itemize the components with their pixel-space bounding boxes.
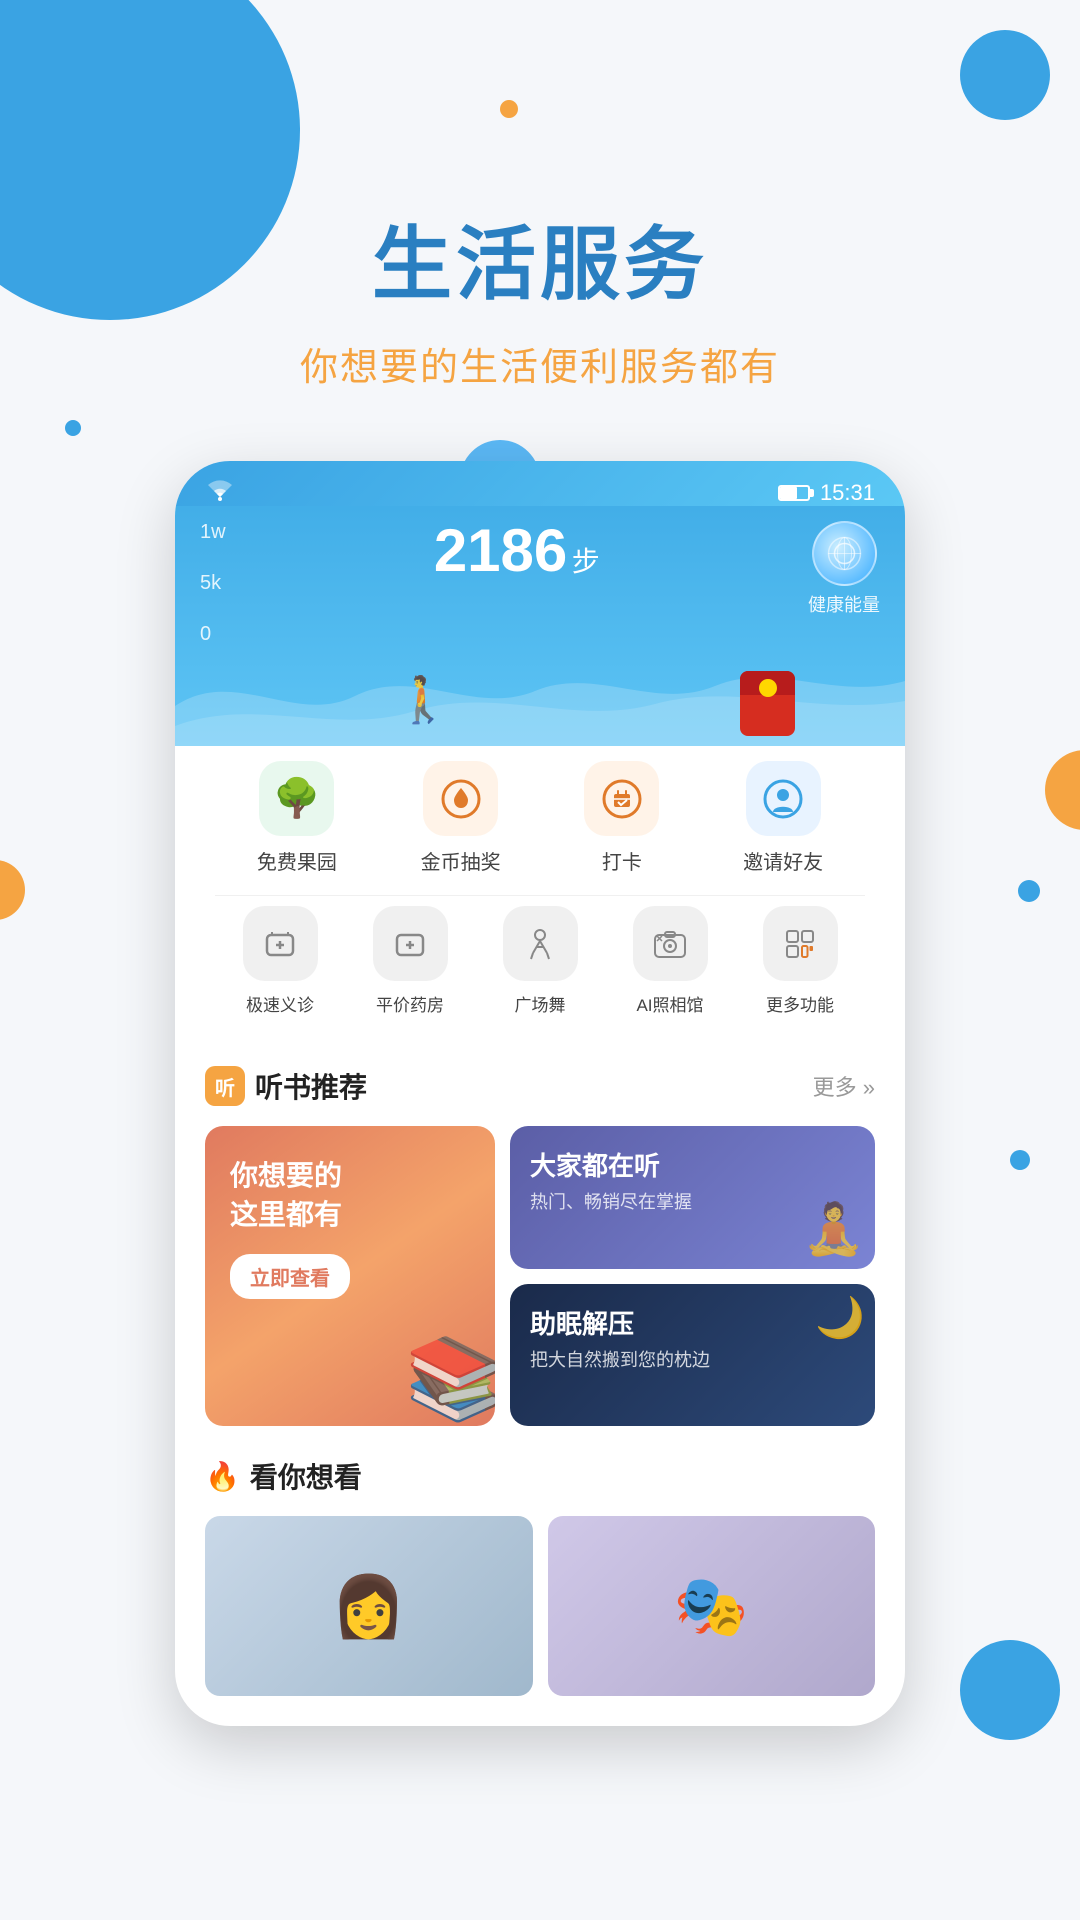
more-features-label: 更多功能	[766, 991, 834, 1016]
y-label-5k: 5k	[200, 572, 226, 595]
energy-ball	[812, 521, 877, 586]
book-card-left-title: 你想要的 这里都有	[230, 1156, 350, 1234]
book-card-right: 大家都在听 热门、畅销尽在掌握 🧘 助眠解压 把大自然搬到您的枕边 🌙	[510, 1126, 875, 1426]
action-invite-friend[interactable]: 邀请好友	[743, 761, 823, 875]
pharmacy-label: 平价药房	[376, 991, 444, 1016]
quick-actions-row-2: 极速义诊 平价药房	[215, 906, 865, 1016]
hero-subtitle: 你想要的生活便利服务都有	[0, 336, 1080, 391]
action-checkin[interactable]: 打卡	[584, 761, 659, 875]
red-envelope[interactable]	[740, 671, 795, 736]
audiobook-more-btn[interactable]: 更多 »	[813, 1070, 875, 1102]
steps-center: 2186 步	[434, 521, 600, 581]
coin-lottery-icon	[423, 761, 498, 836]
steps-area: 1w 5k 0 2186 步	[175, 506, 905, 746]
audiobook-title: 听书推荐	[255, 1066, 367, 1106]
dance-label: 广场舞	[515, 991, 566, 1016]
quick-actions-row-1: 🌳 免费果园 金币抽奖	[215, 761, 865, 875]
wifi-icon	[205, 479, 235, 506]
steps-count: 2186	[434, 517, 567, 584]
see-card-1[interactable]: 👩	[205, 1516, 533, 1696]
fire-icon: 🔥	[205, 1460, 240, 1493]
steps-wave-area: 🚶	[175, 646, 905, 746]
y-label-1w: 1w	[200, 521, 226, 544]
action-coin-lottery[interactable]: 金币抽奖	[421, 761, 501, 875]
checkin-label: 打卡	[602, 846, 642, 875]
audiobook-icon-badge: 听	[205, 1066, 245, 1106]
quick-actions: 🌳 免费果园 金币抽奖	[195, 736, 885, 1041]
watch-section-title: 看你想看	[250, 1456, 362, 1496]
book-card-top-right[interactable]: 大家都在听 热门、畅销尽在掌握 🧘	[510, 1126, 875, 1269]
ai-photo-icon	[633, 906, 708, 981]
phone-mockup: 15:31 1w 5k 0 2186 步	[175, 461, 905, 1726]
more-features-icon	[763, 906, 838, 981]
health-energy[interactable]: 健康能量	[808, 521, 880, 617]
book-card-left[interactable]: 你想要的 这里都有 立即查看 📚	[205, 1126, 495, 1426]
coin-lottery-label: 金币抽奖	[421, 846, 501, 875]
energy-label: 健康能量	[808, 591, 880, 617]
watch-section-header: 🔥 看你想看	[205, 1456, 875, 1496]
invite-label: 邀请好友	[743, 846, 823, 875]
ai-photo-label: AI照相馆	[636, 991, 703, 1016]
walker-figure: 🚶	[395, 673, 451, 726]
dance-icon	[503, 906, 578, 981]
book-card-br-title: 助眠解压	[530, 1304, 855, 1341]
diagnosis-label: 极速义诊	[246, 991, 314, 1016]
action-pharmacy[interactable]: 平价药房	[373, 906, 448, 1016]
book-card-br-sub: 把大自然搬到您的枕边	[530, 1346, 855, 1372]
free-garden-icon: 🌳	[259, 761, 334, 836]
book-card-left-btn[interactable]: 立即查看	[230, 1254, 350, 1299]
status-right: 15:31	[778, 480, 875, 506]
audiobook-header: 听 听书推荐 更多 »	[205, 1066, 875, 1106]
watch-section: 🔥 看你想看 👩 🎭	[175, 1436, 905, 1706]
action-ai-photo[interactable]: AI照相馆	[633, 906, 708, 1016]
y-label-0: 0	[200, 623, 226, 646]
hero-title: 生活服务	[0, 200, 1080, 316]
book-card-tr-title: 大家都在听	[530, 1146, 855, 1183]
action-more-features[interactable]: 更多功能	[763, 906, 838, 1016]
action-square-dance[interactable]: 广场舞	[503, 906, 578, 1016]
book-card-left-text: 你想要的 这里都有 立即查看	[230, 1156, 350, 1299]
invite-icon	[746, 761, 821, 836]
see-card-2[interactable]: 🎭	[548, 1516, 876, 1696]
free-garden-label: 免费果园	[257, 846, 337, 875]
divider	[215, 895, 865, 896]
audiobook-section: 听 听书推荐 更多 » 你想要的 这里都有 立即查看 📚	[175, 1041, 905, 1436]
phone-mockup-wrapper: 15:31 1w 5k 0 2186 步	[0, 461, 1080, 1726]
see-cards: 👩 🎭	[205, 1516, 875, 1696]
steps-unit: 步	[572, 546, 600, 577]
hero-section: 生活服务 你想要的生活便利服务都有	[0, 0, 1080, 431]
action-free-garden[interactable]: 🌳 免费果园	[257, 761, 337, 875]
checkin-icon	[584, 761, 659, 836]
y-axis-labels: 1w 5k 0	[200, 521, 226, 646]
book-cards: 你想要的 这里都有 立即查看 📚 大家都在听 热门、畅销尽在掌握 🧘 助眠解压	[205, 1126, 875, 1426]
book-card-bottom-right[interactable]: 助眠解压 把大自然搬到您的枕边 🌙	[510, 1284, 875, 1427]
diagnosis-icon	[243, 906, 318, 981]
action-diagnosis[interactable]: 极速义诊	[243, 906, 318, 1016]
phone-status-bar: 15:31	[175, 461, 905, 506]
pharmacy-icon	[373, 906, 448, 981]
battery-icon	[778, 485, 810, 501]
audiobook-title-row: 听 听书推荐	[205, 1066, 367, 1106]
status-time: 15:31	[820, 480, 875, 506]
red-envelope-body	[740, 671, 795, 736]
